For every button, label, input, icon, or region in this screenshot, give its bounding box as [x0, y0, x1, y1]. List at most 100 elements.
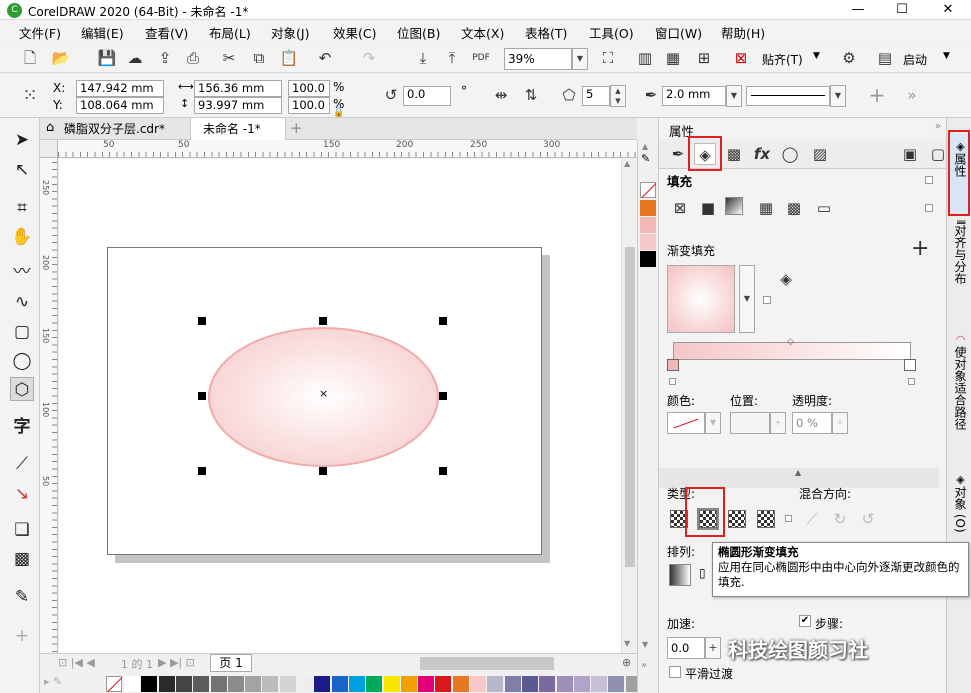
selection-handle[interactable] — [439, 392, 447, 400]
first-page-icon[interactable]: ⊡ |◀ ◀ — [58, 656, 95, 669]
bitmap-pattern-icon[interactable]: ▩ — [783, 197, 805, 219]
clockwise-blend-icon[interactable]: ↻ — [829, 508, 851, 530]
color-swatch[interactable] — [400, 676, 417, 692]
color-swatch[interactable] — [158, 676, 175, 692]
menu-effects[interactable]: 效果(C) — [333, 23, 376, 42]
fountain-fill-icon[interactable] — [725, 197, 743, 215]
uniform-fill-icon[interactable]: ■ — [697, 197, 719, 219]
minimize-button[interactable]: — — [838, 0, 878, 20]
line-style-dropdown[interactable]: ▼ — [830, 85, 846, 107]
color-swatch[interactable] — [314, 676, 331, 692]
menu-table[interactable]: 表格(T) — [525, 23, 567, 42]
ruler-origin[interactable] — [40, 140, 58, 158]
collapse-icon[interactable]: » — [935, 121, 941, 132]
dock-tab-fit-path[interactable]: ◠使对象适合路径 — [951, 333, 969, 430]
connector-tool-icon[interactable]: ↘ — [10, 482, 34, 506]
color-swatch[interactable] — [227, 676, 244, 692]
color-swatch[interactable] — [640, 200, 656, 216]
scroll-down-icon[interactable]: ▼ — [624, 639, 630, 648]
outline-pen-icon[interactable]: ✒ — [667, 143, 689, 165]
more-icon[interactable]: » — [901, 84, 923, 106]
color-swatch[interactable] — [640, 217, 656, 233]
color-swatch[interactable] — [435, 676, 452, 692]
gear-icon[interactable]: ⚙ — [838, 47, 860, 69]
plus-icon[interactable]: + — [866, 84, 888, 106]
launch-button[interactable]: 启动 — [903, 51, 927, 68]
selection-handle[interactable] — [198, 392, 206, 400]
image-icon[interactable]: ▨ — [809, 143, 831, 165]
paste-icon[interactable]: 📋 — [278, 47, 300, 69]
vertical-scrollbar[interactable]: ▲ ▼ — [621, 159, 637, 653]
eyedropper-icon[interactable]: ✎ — [10, 585, 34, 609]
color-swatch[interactable] — [124, 676, 140, 692]
menu-file[interactable]: 文件(F) — [19, 23, 61, 42]
zoom-icon[interactable]: ⊕ — [622, 656, 631, 669]
color-swatch[interactable] — [521, 676, 538, 692]
color-swatch[interactable] — [487, 676, 504, 692]
open-folder-icon[interactable]: 📂 — [50, 47, 72, 69]
position-stepper[interactable]: + — [770, 412, 786, 434]
menu-edit[interactable]: 编辑(E) — [81, 23, 124, 42]
color-swatch[interactable] — [366, 676, 383, 692]
color-swatch[interactable] — [539, 676, 556, 692]
scroll-up-icon[interactable]: ▲ — [642, 142, 648, 151]
outline-width-dropdown[interactable]: ▼ — [726, 85, 742, 107]
reference-point-icon[interactable]: ⁙ — [19, 85, 41, 107]
section-toggle[interactable] — [763, 296, 771, 304]
color-swatch[interactable] — [331, 676, 348, 692]
selection-handle[interactable] — [439, 317, 447, 325]
sides-input[interactable]: 5 — [582, 86, 610, 106]
color-swatch[interactable] — [470, 676, 486, 692]
opacity-stepper[interactable]: + — [832, 412, 848, 434]
cut-icon[interactable]: ✂ — [218, 47, 240, 69]
node-opacity-input[interactable]: 0 % — [792, 412, 832, 434]
grid-icon[interactable]: ▦ — [662, 47, 684, 69]
menu-view[interactable]: 查看(V) — [145, 23, 188, 42]
rectangular-fill-button[interactable] — [757, 510, 775, 528]
full-screen-icon[interactable]: ⛶ — [597, 47, 619, 69]
drop-shadow-icon[interactable]: ❏ — [10, 518, 34, 542]
menu-window[interactable]: 窗口(W) — [655, 23, 702, 42]
midpoint-handle[interactable]: ◇ — [787, 337, 794, 347]
dock-tab-align[interactable]: ⫴对齐与分布 — [951, 220, 969, 285]
line-style-select[interactable] — [746, 86, 830, 106]
vector-pattern-icon[interactable]: ▦ — [755, 197, 777, 219]
mirror-vertical-icon[interactable]: ⇅ — [520, 84, 542, 106]
color-dropdown[interactable]: ▼ — [705, 412, 721, 434]
no-color-swatch[interactable] — [640, 182, 657, 198]
horizontal-scrollbar[interactable] — [420, 657, 554, 670]
snap-off-icon[interactable]: ⊠ — [730, 47, 752, 69]
rulers-icon[interactable]: ▥ — [634, 47, 656, 69]
rotation-input[interactable]: 0.0 — [403, 86, 451, 106]
more-icon[interactable]: » — [641, 660, 647, 671]
color-swatch[interactable] — [608, 676, 625, 692]
pan-tool-icon[interactable]: ✋ — [10, 225, 34, 249]
no-color-swatch[interactable] — [106, 676, 123, 692]
fill-bucket-icon[interactable]: ◈ — [775, 268, 797, 290]
zoom-input[interactable]: 39% — [504, 48, 572, 70]
selection-handle[interactable] — [319, 317, 327, 325]
section-toggle[interactable] — [908, 378, 915, 385]
new-document-icon[interactable]: 🗋 — [19, 47, 41, 69]
color-swatch[interactable] — [556, 676, 573, 692]
width-input[interactable]: 156.36 mm — [194, 80, 282, 97]
counterclockwise-blend-icon[interactable]: ↺ — [857, 508, 879, 530]
scroll-up-icon[interactable]: ▲ — [624, 159, 630, 168]
dock-tab-objects[interactable]: ◈对象 (O) — [951, 473, 969, 533]
color-swatch[interactable] — [504, 676, 521, 692]
y-position-input[interactable]: 108.064 mm — [76, 97, 164, 114]
gradient-dropdown[interactable]: ▼ — [739, 265, 755, 333]
color-swatch[interactable] — [383, 676, 400, 692]
steps-checkbox[interactable]: ✔ — [799, 615, 811, 627]
drawing-canvas[interactable]: × — [59, 159, 637, 653]
frame-icon[interactable]: ▣ — [899, 143, 921, 165]
color-swatch[interactable] — [193, 676, 210, 692]
guidelines-icon[interactable]: ⊞ — [693, 47, 715, 69]
maximize-button[interactable]: ☐ — [882, 0, 922, 20]
chevron-down-icon[interactable]: ▼ — [943, 51, 950, 61]
height-input[interactable]: 93.997 mm — [194, 97, 282, 114]
color-swatch[interactable] — [245, 676, 262, 692]
undo-icon[interactable]: ↶ — [314, 47, 336, 69]
cloud-icon[interactable]: ☁ — [124, 47, 146, 69]
selection-handle[interactable] — [198, 467, 206, 475]
